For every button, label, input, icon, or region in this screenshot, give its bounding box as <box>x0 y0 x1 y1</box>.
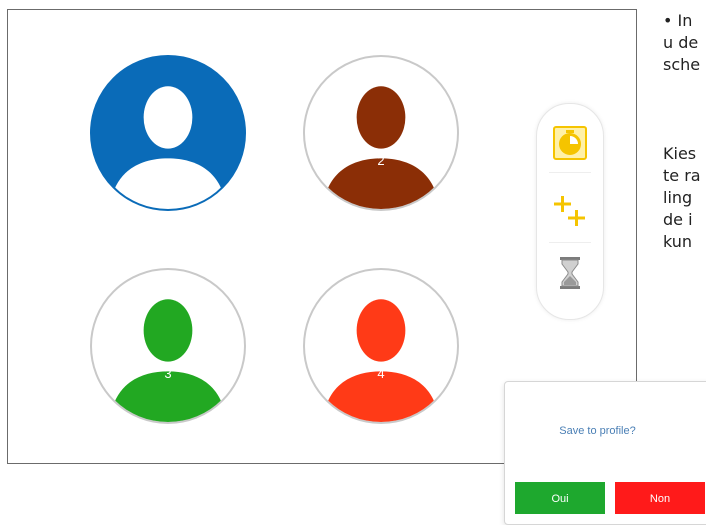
side-text-line: sche <box>663 55 701 74</box>
player-1-avatar[interactable] <box>90 55 246 211</box>
add-button[interactable] <box>551 192 589 230</box>
side-text-line: de i <box>663 210 693 229</box>
divider <box>549 242 591 243</box>
side-text-line: Kies <box>663 144 697 163</box>
person-icon <box>109 86 227 209</box>
side-text: • In u de sche <box>663 10 700 76</box>
player-number: 3 <box>164 366 172 381</box>
side-text-line: te ra <box>663 166 701 185</box>
side-text-line: ling <box>663 188 693 207</box>
side-text-line: u de <box>663 33 699 52</box>
clock-button[interactable] <box>551 124 589 162</box>
hourglass-icon <box>560 257 580 289</box>
person-icon <box>322 299 440 422</box>
double-plus-icon <box>554 196 585 226</box>
player-number: 2 <box>377 153 385 168</box>
hourglass-button[interactable] <box>551 254 589 292</box>
person-icon <box>109 299 227 422</box>
side-text-line: kun <box>663 232 693 251</box>
player-3-avatar[interactable]: 3 <box>90 268 246 424</box>
yes-button[interactable]: Oui <box>515 482 605 514</box>
person-icon <box>322 86 440 209</box>
side-text-line: • In <box>663 11 693 30</box>
save-dialog: Save to profile? Oui Non <box>504 381 706 525</box>
player-number: 4 <box>377 366 385 381</box>
divider <box>549 172 591 173</box>
dialog-title: Save to profile? <box>559 425 636 437</box>
clock-icon <box>553 126 587 160</box>
side-text-paragraph: Kies te ra ling de i kun <box>663 143 701 253</box>
player-4-avatar[interactable]: 4 <box>303 268 459 424</box>
tool-bar <box>536 103 604 320</box>
player-2-avatar[interactable]: 2 <box>303 55 459 211</box>
no-button[interactable]: Non <box>615 482 705 514</box>
